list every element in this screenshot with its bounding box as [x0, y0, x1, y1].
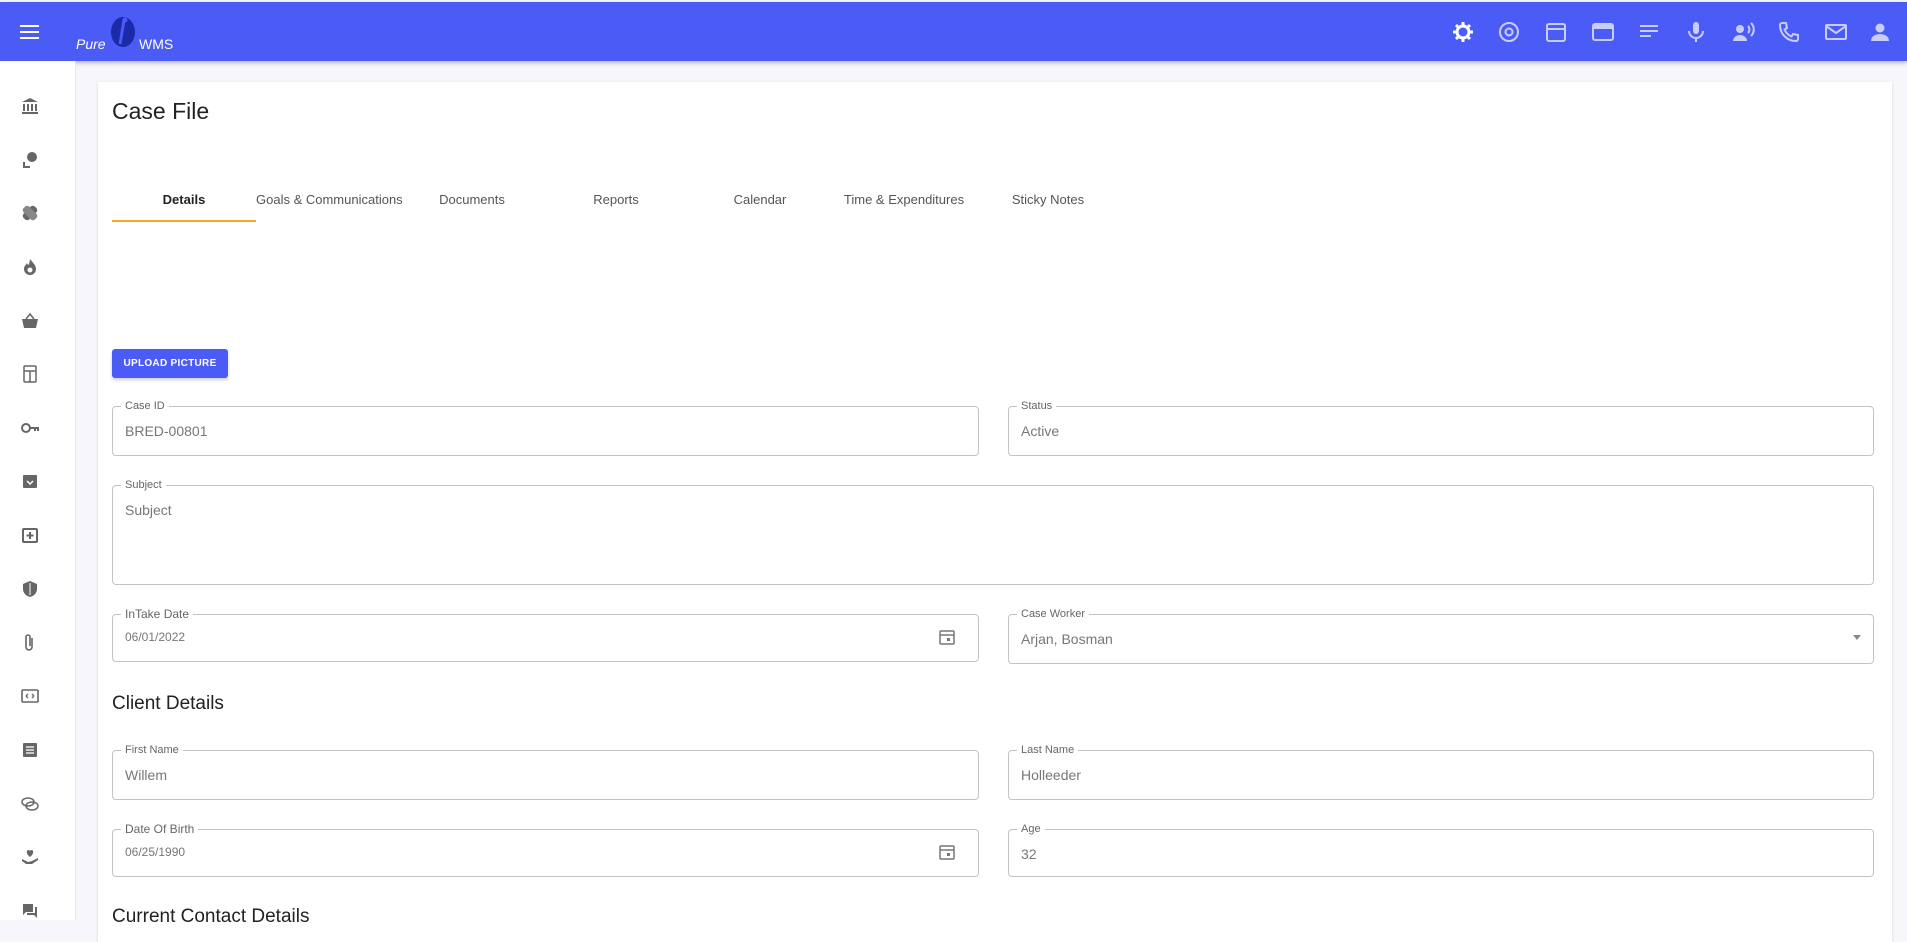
mail-icon[interactable]: [1824, 20, 1848, 44]
list-box-icon[interactable]: [20, 740, 40, 760]
tab-sticky-notes[interactable]: Sticky Notes: [976, 186, 1120, 222]
bank-icon[interactable]: [20, 96, 40, 116]
status-field[interactable]: Status Active: [1008, 399, 1874, 456]
case-worker-select[interactable]: Case Worker Arjan, Bosman: [1008, 607, 1874, 664]
logo-wms-text: WMS: [139, 36, 174, 52]
app-header: Pure WMS: [0, 2, 1907, 61]
age-field[interactable]: Age 32: [1008, 822, 1874, 877]
forum-icon[interactable]: [20, 901, 40, 921]
tab-details[interactable]: Details: [112, 186, 256, 222]
case-worker-value: Arjan, Bosman: [1021, 631, 1113, 647]
calendar-picker-icon[interactable]: [938, 843, 956, 861]
logo-drop-icon: [111, 17, 135, 47]
paperclip-icon[interactable]: [20, 633, 40, 653]
at-sign-icon[interactable]: [1497, 20, 1521, 44]
calendar-picker-icon[interactable]: [938, 628, 956, 646]
subject-field[interactable]: Subject Subject: [112, 478, 1874, 585]
settings-icon[interactable]: [1451, 20, 1475, 44]
first-name-field[interactable]: First Name Willem: [112, 743, 979, 800]
first-name-label: First Name: [121, 743, 183, 757]
intake-date-field[interactable]: InTake Date 06/01/2022: [112, 607, 979, 662]
dob-field[interactable]: Date Of Birth 06/25/1990: [112, 822, 979, 877]
browser-window-icon[interactable]: [1591, 20, 1615, 44]
calendar-icon[interactable]: [1544, 20, 1568, 44]
tab-calendar[interactable]: Calendar: [688, 186, 832, 222]
contact-details-heading: Current Contact Details: [112, 906, 310, 927]
status-label: Status: [1017, 399, 1057, 413]
phone-icon[interactable]: [1777, 20, 1801, 44]
age-label: Age: [1017, 822, 1045, 836]
intake-date-value: 06/01/2022: [125, 630, 186, 644]
hand-heart-icon[interactable]: [20, 847, 40, 867]
tab-documents[interactable]: Documents: [400, 186, 544, 222]
user-location-icon[interactable]: [20, 150, 40, 170]
fire-icon[interactable]: [20, 257, 40, 277]
tab-reports[interactable]: Reports: [544, 186, 688, 222]
intake-date-label: InTake Date: [121, 607, 194, 621]
key-icon[interactable]: [20, 418, 40, 438]
chat-bubbles-icon[interactable]: [20, 794, 40, 814]
case-id-value: BRED-00801: [125, 423, 208, 439]
active-tab-indicator: [112, 220, 256, 222]
chevron-down-icon[interactable]: [1853, 635, 1861, 640]
upload-picture-button[interactable]: UPLOAD PICTURE: [112, 349, 228, 378]
voice-speaker-icon[interactable]: [1731, 20, 1755, 44]
page-title: Case File: [112, 98, 210, 124]
dob-label: Date Of Birth: [121, 822, 199, 836]
tab-time-expenditures[interactable]: Time & Expenditures: [832, 186, 976, 222]
case-id-field[interactable]: Case ID BRED-00801: [112, 399, 979, 456]
bandage-icon[interactable]: [20, 203, 40, 223]
logo[interactable]: Pure WMS: [76, 10, 186, 54]
last-name-field[interactable]: Last Name Holleeder: [1008, 743, 1874, 800]
notes-lines-icon[interactable]: [1637, 20, 1661, 44]
expand-box-icon[interactable]: [20, 686, 40, 706]
medical-box-icon[interactable]: [20, 525, 40, 545]
subject-placeholder: Subject: [125, 502, 172, 518]
first-name-value: Willem: [125, 767, 167, 783]
logo-pure-text: Pure: [76, 36, 106, 52]
calculator-icon[interactable]: [20, 364, 40, 384]
age-value: 32: [1021, 846, 1037, 862]
basket-icon[interactable]: [20, 311, 40, 331]
status-value: Active: [1021, 423, 1060, 439]
client-details-heading: Client Details: [112, 693, 224, 714]
dob-value: 06/25/1990: [125, 845, 186, 859]
case-worker-label: Case Worker: [1017, 607, 1089, 621]
subject-label: Subject: [121, 478, 166, 492]
last-name-label: Last Name: [1017, 743, 1079, 757]
tab-goals-communications[interactable]: Goals & Communications: [256, 186, 403, 222]
archive-icon[interactable]: [20, 471, 40, 491]
shield-icon[interactable]: [20, 579, 40, 599]
account-icon[interactable]: [1868, 20, 1892, 44]
sidebar: [0, 61, 76, 920]
last-name-value: Holleeder: [1021, 767, 1081, 783]
case-id-label: Case ID: [121, 399, 169, 413]
microphone-icon[interactable]: [1684, 20, 1708, 44]
menu-icon[interactable]: [17, 19, 43, 45]
